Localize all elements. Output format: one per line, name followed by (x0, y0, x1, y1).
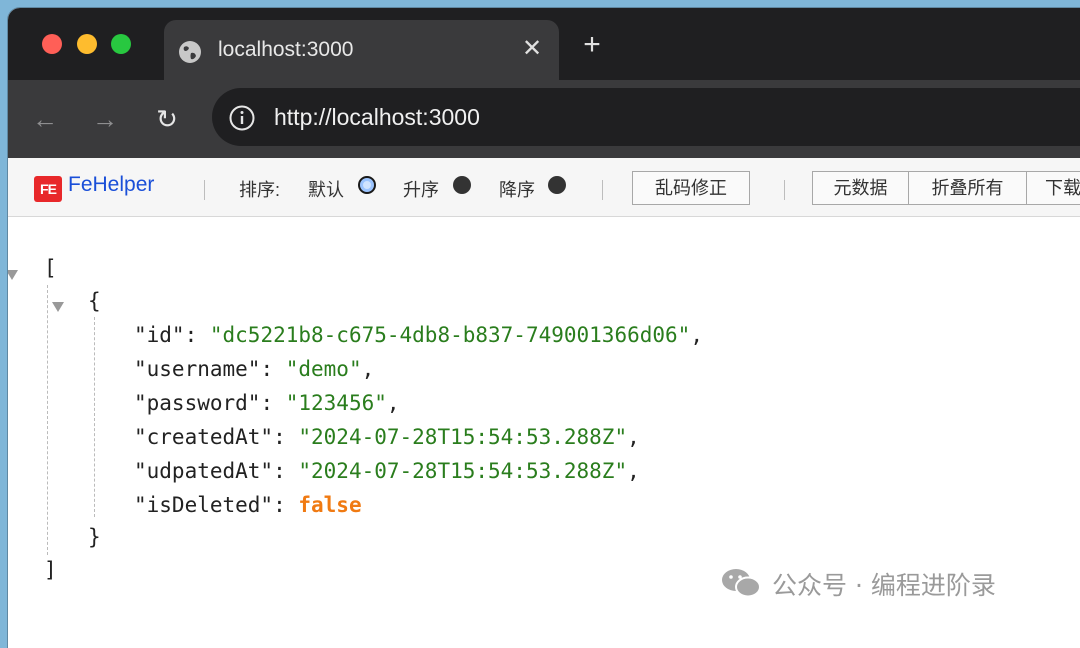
json-value: "123456" (285, 391, 387, 415)
collapse-all-button[interactable]: 折叠所有 (908, 171, 1027, 205)
minimize-window-button[interactable] (77, 34, 97, 54)
json-entry: "id": "dc5221b8-c675-4db8-b837-749001366… (134, 323, 703, 347)
json-value: "2024-07-28T15:54:53.288Z" (298, 459, 628, 483)
json-comma: , (690, 323, 703, 347)
indent-guide (94, 317, 95, 517)
globe-icon (179, 41, 201, 63)
json-entry: "password": "123456", (134, 391, 400, 415)
plus-icon[interactable]: + (578, 30, 606, 60)
json-key: "username" (134, 357, 261, 381)
divider (784, 180, 785, 200)
sort-asc-label: 升序 (403, 180, 439, 200)
json-comma: , (361, 357, 375, 381)
forward-arrow-icon[interactable]: → (90, 104, 120, 134)
sort-desc-radio[interactable] (548, 176, 566, 194)
close-bracket: ] (44, 558, 57, 582)
json-value: "dc5221b8-c675-4db8-b837-749001366d06" (209, 323, 691, 347)
close-window-button[interactable] (42, 34, 62, 54)
json-key: "id" (134, 323, 185, 347)
json-entry: "createdAt": "2024-07-28T15:54:53.288Z", (134, 425, 640, 449)
sort-desc-label: 降序 (499, 180, 535, 200)
json-value: false (298, 493, 362, 517)
json-entry: "username": "demo", (134, 357, 375, 381)
fehelper-name: FeHelper (68, 173, 155, 196)
sort-label: 排序: (239, 180, 281, 200)
download-button[interactable]: 下载 (1026, 171, 1080, 205)
browser-window: localhost:3000 ✕ + ← → ↻ http://localhos… (8, 8, 1080, 648)
divider (602, 180, 603, 200)
browser-toolbar: ← → ↻ http://localhost:3000 (8, 80, 1080, 158)
tab-bar: localhost:3000 ✕ + (8, 8, 1080, 80)
tab-active[interactable]: localhost:3000 ✕ (164, 20, 559, 80)
json-key: "createdAt" (134, 425, 274, 449)
close-brace: } (88, 525, 101, 549)
address-bar[interactable]: http://localhost:3000 (212, 88, 1080, 146)
url-text[interactable]: http://localhost:3000 (274, 104, 480, 131)
zoom-window-button[interactable] (111, 34, 131, 54)
json-key: "password" (134, 391, 261, 415)
close-icon[interactable]: ✕ (519, 36, 545, 62)
json-entry: "isDeleted": false (134, 493, 362, 517)
info-icon[interactable] (228, 104, 256, 132)
metadata-button[interactable]: 元数据 (812, 171, 909, 205)
tab-title: localhost:3000 (218, 38, 354, 61)
collapse-triangle-icon[interactable] (52, 302, 64, 312)
sort-asc-radio[interactable] (453, 176, 471, 194)
wechat-icon (722, 569, 761, 598)
indent-guide (47, 285, 48, 555)
watermark-text: 公众号 · 编程进阶录 (772, 571, 996, 600)
json-key: "isDeleted" (134, 493, 274, 517)
json-value: "demo" (285, 357, 362, 381)
json-comma: , (627, 459, 640, 483)
back-arrow-icon[interactable]: ← (30, 104, 60, 134)
open-bracket: [ (44, 256, 57, 280)
json-value: "2024-07-28T15:54:53.288Z" (298, 425, 628, 449)
reload-icon[interactable]: ↻ (152, 104, 182, 134)
json-comma: , (386, 391, 400, 415)
open-brace: { (88, 289, 101, 313)
json-key: "udpatedAt" (134, 459, 274, 483)
fix-encoding-button[interactable]: 乱码修正 (632, 171, 750, 205)
sort-default-label: 默认 (308, 180, 344, 200)
sort-default-radio[interactable] (358, 176, 376, 194)
collapse-triangle-icon[interactable] (8, 270, 18, 280)
fehelper-toolbar: FE FeHelper 排序: 默认 升序 降序 乱码修正 元数据 折叠所有 下… (8, 158, 1080, 217)
divider (204, 180, 205, 200)
fehelper-logo-icon: FE (34, 176, 62, 202)
json-comma: , (627, 425, 640, 449)
json-entry: "udpatedAt": "2024-07-28T15:54:53.288Z", (134, 459, 640, 483)
